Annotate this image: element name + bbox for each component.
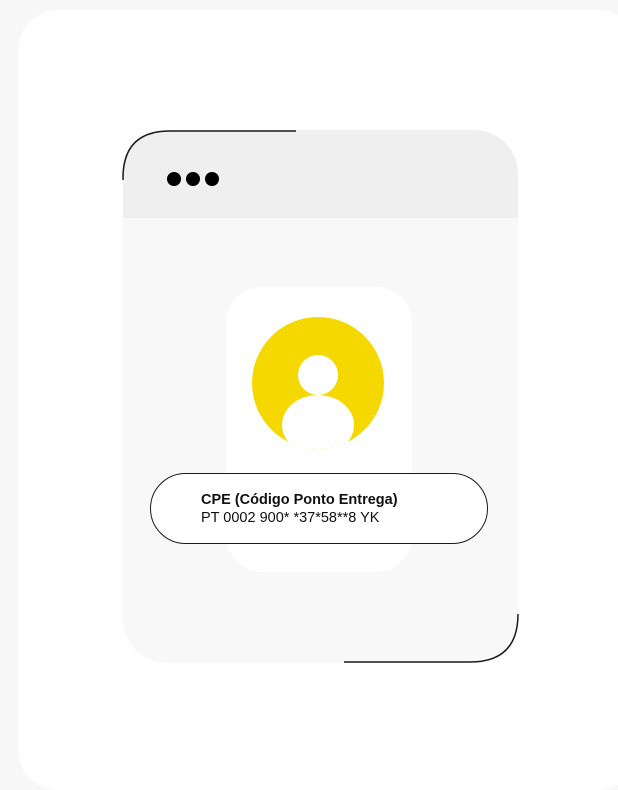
user-avatar-icon — [252, 317, 384, 449]
cpe-title: CPE (Código Ponto Entrega) — [201, 492, 398, 508]
browser-titlebar — [123, 130, 518, 218]
window-dot-icon — [167, 172, 181, 186]
cpe-code: PT 0002 900* *37*58**8 YK — [201, 510, 380, 526]
window-dot-icon — [186, 172, 200, 186]
window-dot-icon — [205, 172, 219, 186]
cpe-info-pill: CPE (Código Ponto Entrega) PT 0002 900* … — [150, 473, 488, 544]
